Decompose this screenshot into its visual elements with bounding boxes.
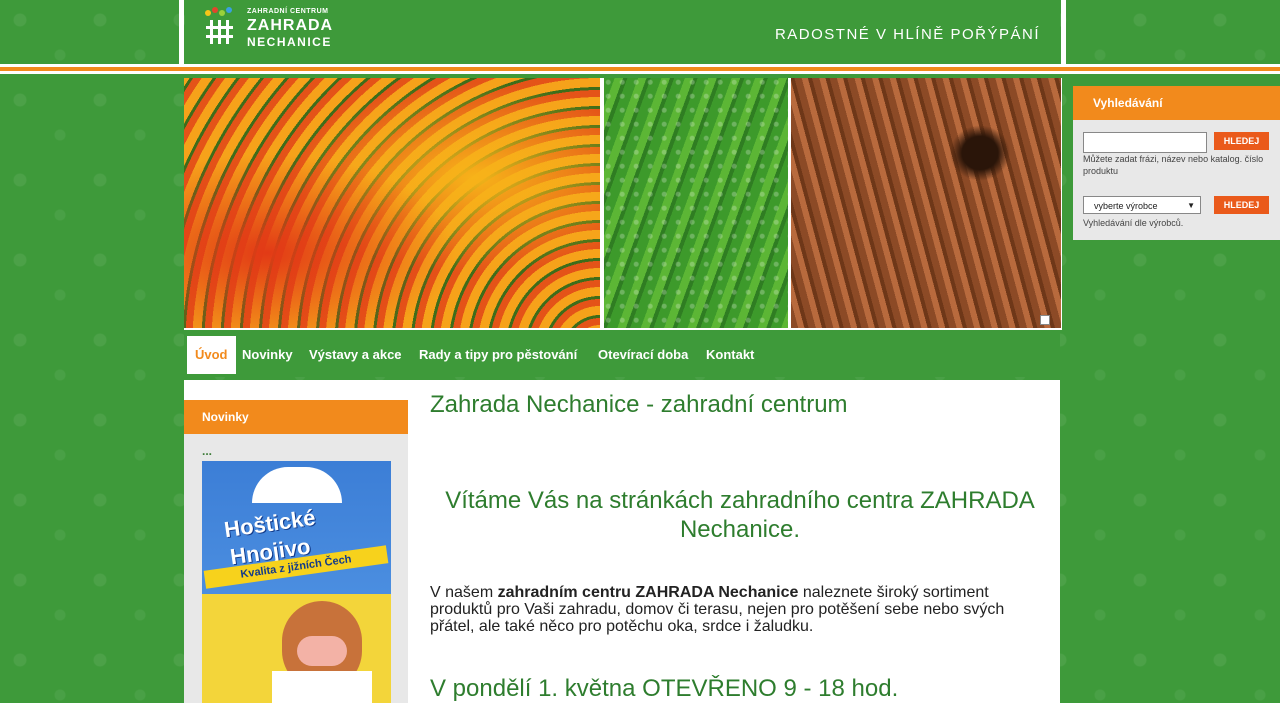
manufacturer-search-hint: Vyhledávání dle výrobců. (1083, 218, 1184, 228)
nav-item-novinky[interactable]: Novinky (234, 336, 301, 374)
intro-paragraph: V našem zahradním centru ZAHRADA Nechani… (430, 584, 1030, 635)
opening-notice: V pondělí 1. května OTEVŘENO 9 - 18 hod. (430, 675, 899, 702)
header-stripe-white-2 (0, 71, 1280, 74)
dropdown-arrow-icon: ▼ (1187, 201, 1195, 210)
news-sidebar: Novinky ... Hoštické Hnojivo Kvalita z j… (184, 400, 408, 703)
nav-item-kontakt[interactable]: Kontakt (698, 336, 762, 374)
manufacturer-search-button[interactable]: HLEDEJ (1214, 196, 1269, 214)
news-more-link[interactable]: ... (202, 444, 212, 458)
fence-flower-logo-icon (205, 7, 233, 44)
ad-house-graphic (252, 467, 342, 503)
photo-leaf (604, 78, 788, 328)
manufacturer-select-value: vyberte výrobce (1094, 201, 1158, 211)
main-navigation: Úvod Novinky Výstavy a akce Rady a tipy … (184, 333, 1060, 377)
slider-indicator[interactable] (1040, 315, 1050, 325)
logo-subtitle: ZAHRADNÍ CENTRUM (247, 8, 329, 15)
logo-title-line1: ZAHRADA (247, 17, 334, 34)
page-title: Zahrada Nechanice - zahradní centrum (430, 391, 848, 418)
nav-item-vystavy[interactable]: Výstavy a akce (301, 336, 410, 374)
search-box: Vyhledávání HLEDEJ Můžete zadat frázi, n… (1073, 86, 1280, 240)
column-divider-right (1061, 0, 1066, 70)
intro-text-start: V našem (430, 584, 498, 601)
nav-item-oteviraci-doba[interactable]: Otevírací doba (590, 336, 696, 374)
news-advert-image[interactable]: Hoštické Hnojivo Kvalita z jižních Čech (202, 461, 391, 703)
welcome-text: Vítáme Vás na stránkách zahradního centr… (445, 487, 1035, 543)
column-divider-left (179, 0, 184, 70)
search-box-title: Vyhledávání (1073, 86, 1280, 120)
search-hint: Můžete zadat frázi, název nebo katalog. … (1083, 154, 1264, 176)
site-slogan: RADOSTNÉ V HLÍNĚ POŘÝPÁNÍ (774, 26, 1040, 43)
article: Zahrada Nechanice - zahradní centrum Vít… (430, 380, 1050, 703)
site-header: ZAHRADNÍ CENTRUM ZAHRADA NECHANICE RADOS… (185, 0, 1060, 64)
news-box-title: Novinky (184, 400, 408, 434)
ad-cow-face-graphic (297, 636, 347, 666)
ad-coat-graphic (272, 671, 372, 703)
nav-item-uvod[interactable]: Úvod (187, 336, 236, 374)
logo-title-line2: NECHANICE (247, 35, 332, 49)
search-input[interactable] (1083, 132, 1207, 153)
photo-wood (791, 78, 1061, 328)
intro-text-bold: zahradním centru ZAHRADA Nechanice (497, 584, 799, 601)
photo-banner (184, 78, 1062, 330)
manufacturer-select[interactable]: vyberte výrobce ▼ (1083, 196, 1201, 214)
nav-item-rady[interactable]: Rady a tipy pro pěstování (411, 336, 585, 374)
search-button[interactable]: HLEDEJ (1214, 132, 1269, 150)
main-content-area: Novinky ... Hoštické Hnojivo Kvalita z j… (184, 380, 1060, 703)
photo-flower (184, 78, 600, 328)
